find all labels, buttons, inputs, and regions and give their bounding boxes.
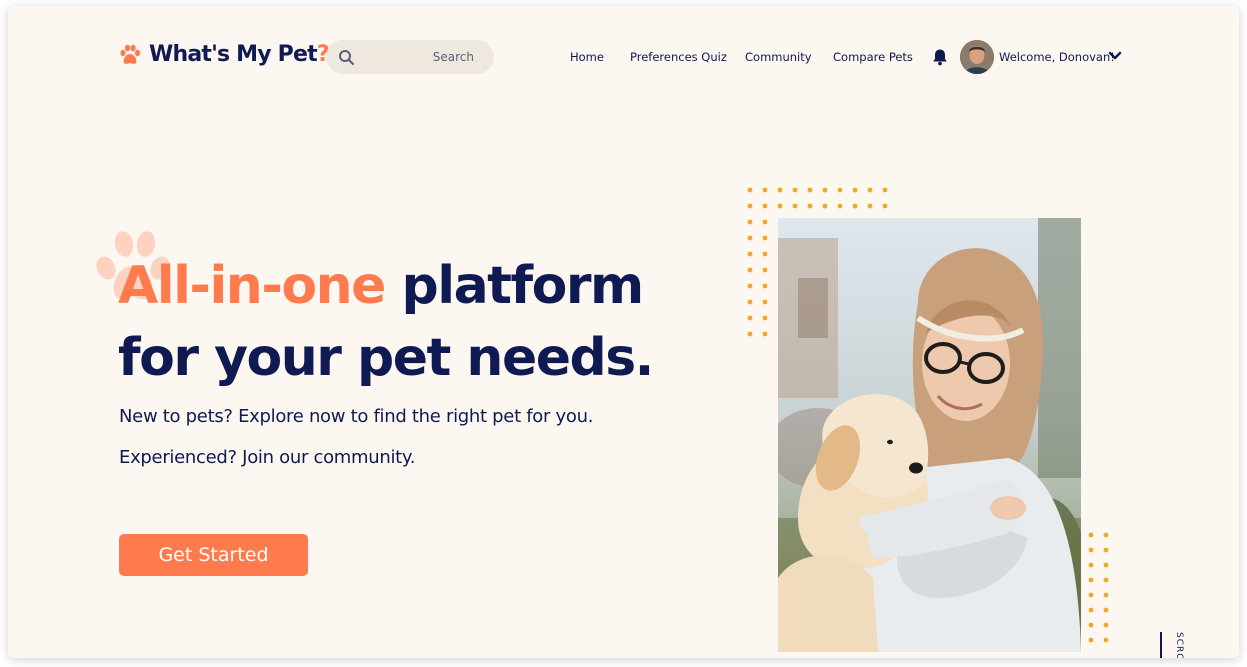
brand-name: What's My Pet? (149, 42, 330, 67)
nav-home[interactable]: Home (570, 50, 604, 64)
hero-photo-woman-puppy (778, 218, 1081, 652)
scroll-indicator-label[interactable]: SCRO (1174, 632, 1184, 658)
paw-icon (120, 44, 141, 64)
brand-logo[interactable]: What's My Pet? (118, 42, 330, 67)
hero-headline: All-in-one platform for your pet needs. (118, 250, 654, 394)
nav-preferences-quiz[interactable]: Preferences Quiz (630, 50, 727, 64)
brand-name-main: What's My Pet (149, 42, 318, 67)
get-started-button[interactable]: Get Started (119, 534, 308, 576)
nav-compare-pets[interactable]: Compare Pets (833, 50, 913, 64)
avatar[interactable] (960, 40, 994, 74)
scroll-indicator-line (1160, 632, 1162, 658)
hero-subtitle-experienced: Experienced? Join our community. (119, 447, 416, 468)
nav-community[interactable]: Community (745, 50, 812, 64)
dot-pattern-bottom (1088, 532, 1109, 643)
search-bar[interactable] (326, 40, 494, 74)
bell-icon[interactable] (932, 48, 948, 66)
search-input[interactable] (366, 40, 474, 74)
avatar-photo (960, 40, 994, 74)
headline-accent: All-in-one (118, 256, 386, 316)
hero-subtitle-new: New to pets? Explore now to find the rig… (119, 406, 594, 427)
headline-rest: platform (384, 256, 645, 316)
welcome-user[interactable]: Welcome, Donovan! (999, 50, 1115, 64)
search-icon (339, 50, 355, 66)
chevron-down-icon[interactable] (1108, 51, 1122, 61)
headline-line2: for your pet needs. (118, 328, 654, 388)
page-frame: What's My Pet? Home Preferences Quiz Com… (8, 6, 1239, 658)
hero-photo (778, 218, 1081, 652)
